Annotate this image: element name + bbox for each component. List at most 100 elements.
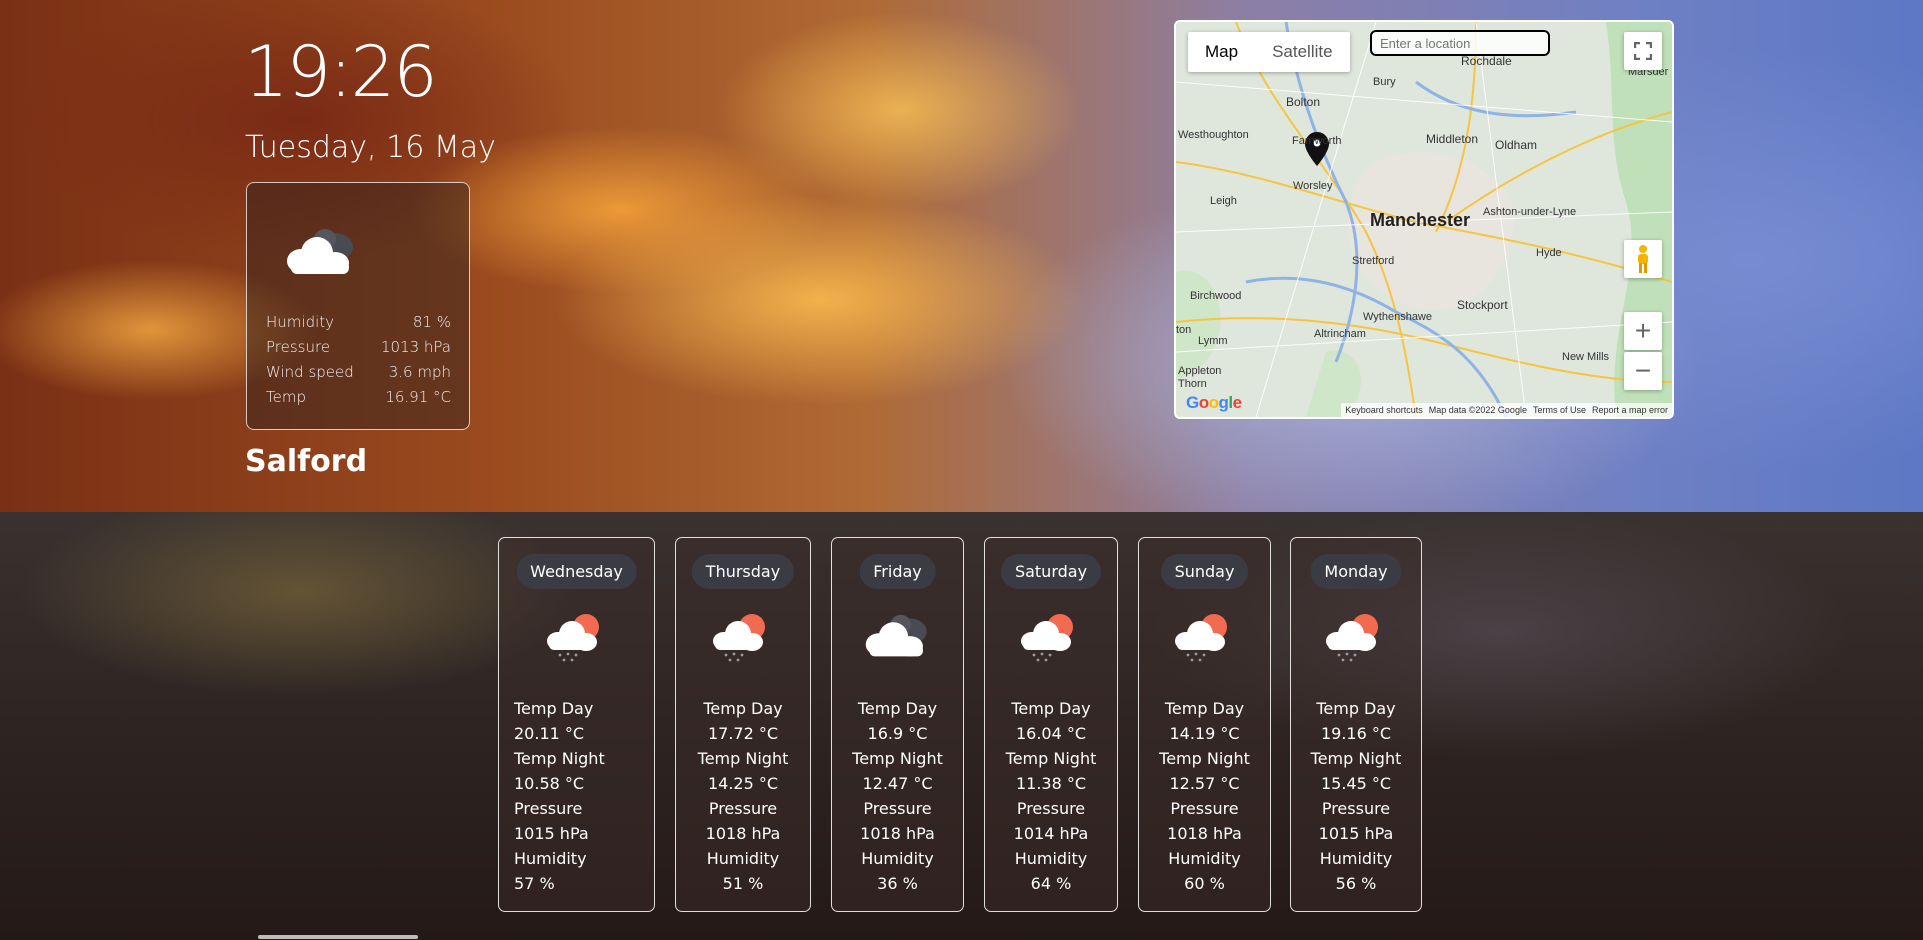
pressure-value: 1018 hPa — [1167, 824, 1242, 843]
forecast-day-label: Thursday — [691, 554, 795, 589]
humidity-label: Humidity — [706, 849, 780, 868]
rain-sun-icon — [1172, 610, 1238, 664]
fullscreen-icon — [1634, 42, 1652, 60]
humidity-value: 57 % — [514, 874, 555, 893]
pressure-value: 1018 hPa — [705, 824, 781, 843]
row-value: 3.6 mph — [388, 363, 451, 381]
terms-link[interactable]: Terms of Use — [1533, 403, 1586, 417]
pressure-label: Pressure — [1321, 799, 1391, 818]
fullscreen-button[interactable] — [1624, 32, 1662, 70]
keyboard-shortcuts-link[interactable]: Keyboard shortcuts — [1345, 403, 1423, 417]
map-place-label: Bolton — [1286, 95, 1321, 109]
map-place-label: Lymm — [1198, 335, 1228, 347]
map-place-label: Leigh — [1210, 195, 1237, 207]
map-place-label: New Mills — [1562, 351, 1610, 363]
humidity-value: 56 % — [1335, 874, 1377, 893]
temp-day-label: Temp Day — [857, 699, 938, 718]
pressure-label: Pressure — [1170, 799, 1239, 818]
humidity-label: Humidity — [861, 849, 934, 868]
temp-night-value: 14.25 °C — [707, 774, 779, 793]
temp-night-label: Temp Night — [1005, 749, 1097, 768]
pegman-icon — [1638, 245, 1648, 273]
row-label: Humidity — [266, 313, 335, 331]
rain-sun-icon — [1018, 610, 1084, 664]
map-place-label: Stretford — [1352, 255, 1395, 267]
forecast-card: Monday Temp Day 19.16 °C Temp Night 15.4… — [1290, 537, 1422, 912]
forecast-card: Saturday Temp Day 16.04 °C Temp Night 11… — [984, 537, 1118, 912]
forecast-card: Wednesday Temp Day 20.11 °C Temp Night 1… — [498, 537, 655, 912]
horizontal-scrollbar[interactable] — [258, 935, 418, 939]
row-label: Temp — [266, 388, 306, 406]
temp-night-value: 12.47 °C — [862, 774, 933, 793]
temp-day-label: Temp Day — [1011, 699, 1091, 718]
temp-day-label: Temp Day — [514, 699, 594, 718]
rain-sun-icon — [1323, 610, 1389, 664]
current-pressure-row: Pressure 1013 hPa — [266, 338, 451, 356]
current-wind-row: Wind speed 3.6 mph — [266, 363, 451, 381]
map-place-label: ton — [1176, 324, 1192, 336]
pressure-value: 1015 hPa — [1318, 824, 1394, 843]
temp-day-label: Temp Day — [703, 699, 783, 718]
forecast-day-label: Monday — [1310, 554, 1402, 589]
humidity-label: Humidity — [1014, 849, 1088, 868]
current-temp-row: Temp 16.91 °C — [266, 388, 451, 406]
temp-day-value: 14.19 °C — [1169, 724, 1240, 743]
map-place-label: Appleton Thorn — [1178, 365, 1222, 390]
pressure-value: 1018 hPa — [860, 824, 935, 843]
map-place-label: Farnworth — [1292, 135, 1342, 147]
temp-day-value: 16.9 °C — [867, 724, 928, 743]
report-error-link[interactable]: Report a map error — [1592, 403, 1668, 417]
temp-night-label: Temp Night — [852, 749, 943, 768]
map-place-label: Rochdale — [1461, 54, 1512, 68]
map-place-label: Westhoughton — [1178, 129, 1249, 141]
humidity-label: Humidity — [1319, 849, 1393, 868]
forecast-card: Sunday Temp Day 14.19 °C Temp Night 12.5… — [1138, 537, 1271, 912]
map-widget[interactable]: Manchester Bolton Bury Rochdale Oldham M… — [1174, 20, 1674, 419]
humidity-value: 51 % — [722, 874, 764, 893]
zoom-out-button[interactable]: − — [1624, 352, 1662, 390]
temp-day-value: 20.11 °C — [514, 724, 585, 743]
cloud-icon — [862, 610, 934, 664]
humidity-value: 64 % — [1030, 874, 1072, 893]
zoom-in-button[interactable]: + — [1624, 312, 1662, 350]
map-tab-map[interactable]: Map — [1188, 32, 1255, 72]
clock: 19:26 — [244, 31, 438, 113]
city-name: Salford — [245, 444, 368, 479]
map-place-label: Altrincham — [1314, 328, 1366, 340]
forecast-day-label: Friday — [859, 554, 936, 589]
pressure-value: 1014 hPa — [1013, 824, 1089, 843]
forecast-day-label: Sunday — [1160, 554, 1249, 589]
map-place-label: Ashton-under-Lyne — [1483, 206, 1577, 218]
map-tab-satellite[interactable]: Satellite — [1255, 32, 1349, 72]
row-label: Wind speed — [266, 363, 354, 381]
location-search-input[interactable] — [1370, 30, 1550, 56]
pressure-label: Pressure — [863, 799, 932, 818]
cloud-icon — [283, 227, 361, 279]
temp-day-label: Temp Day — [1316, 699, 1396, 718]
map-type-control: Map Satellite — [1188, 32, 1350, 72]
street-view-button[interactable] — [1624, 240, 1662, 278]
date: Tuesday, 16 May — [245, 130, 496, 165]
pressure-label: Pressure — [514, 799, 583, 818]
rain-sun-icon — [710, 610, 776, 664]
forecast-day-label: Saturday — [1000, 554, 1102, 589]
temp-night-value: 11.38 °C — [1015, 774, 1087, 793]
map-data-text: Map data ©2022 Google — [1428, 405, 1527, 415]
forecast-card: Thursday Temp Day 17.72 °C Temp Night 14… — [675, 537, 811, 912]
humidity-value: 60 % — [1184, 874, 1225, 893]
rain-sun-icon — [544, 610, 610, 664]
map-place-label: Middleton — [1426, 132, 1479, 146]
humidity-label: Humidity — [1168, 849, 1241, 868]
map-place-label: Manchester — [1370, 210, 1471, 230]
map-place-label: Bury — [1373, 76, 1396, 88]
temp-night-label: Temp Night — [1159, 749, 1250, 768]
map-place-label: Stockport — [1457, 298, 1508, 312]
row-value: 16.91 °C — [385, 388, 451, 406]
map-footer: Keyboard shortcuts Map data ©2022 Google… — [1341, 403, 1672, 417]
map-place-label: Oldham — [1495, 138, 1538, 152]
humidity-label: Humidity — [514, 849, 587, 868]
forecast-card: Friday Temp Day 16.9 °C Temp Night 12.47… — [831, 537, 964, 912]
humidity-value: 36 % — [877, 874, 918, 893]
temp-day-label: Temp Day — [1164, 699, 1245, 718]
temp-night-label: Temp Night — [697, 749, 789, 768]
